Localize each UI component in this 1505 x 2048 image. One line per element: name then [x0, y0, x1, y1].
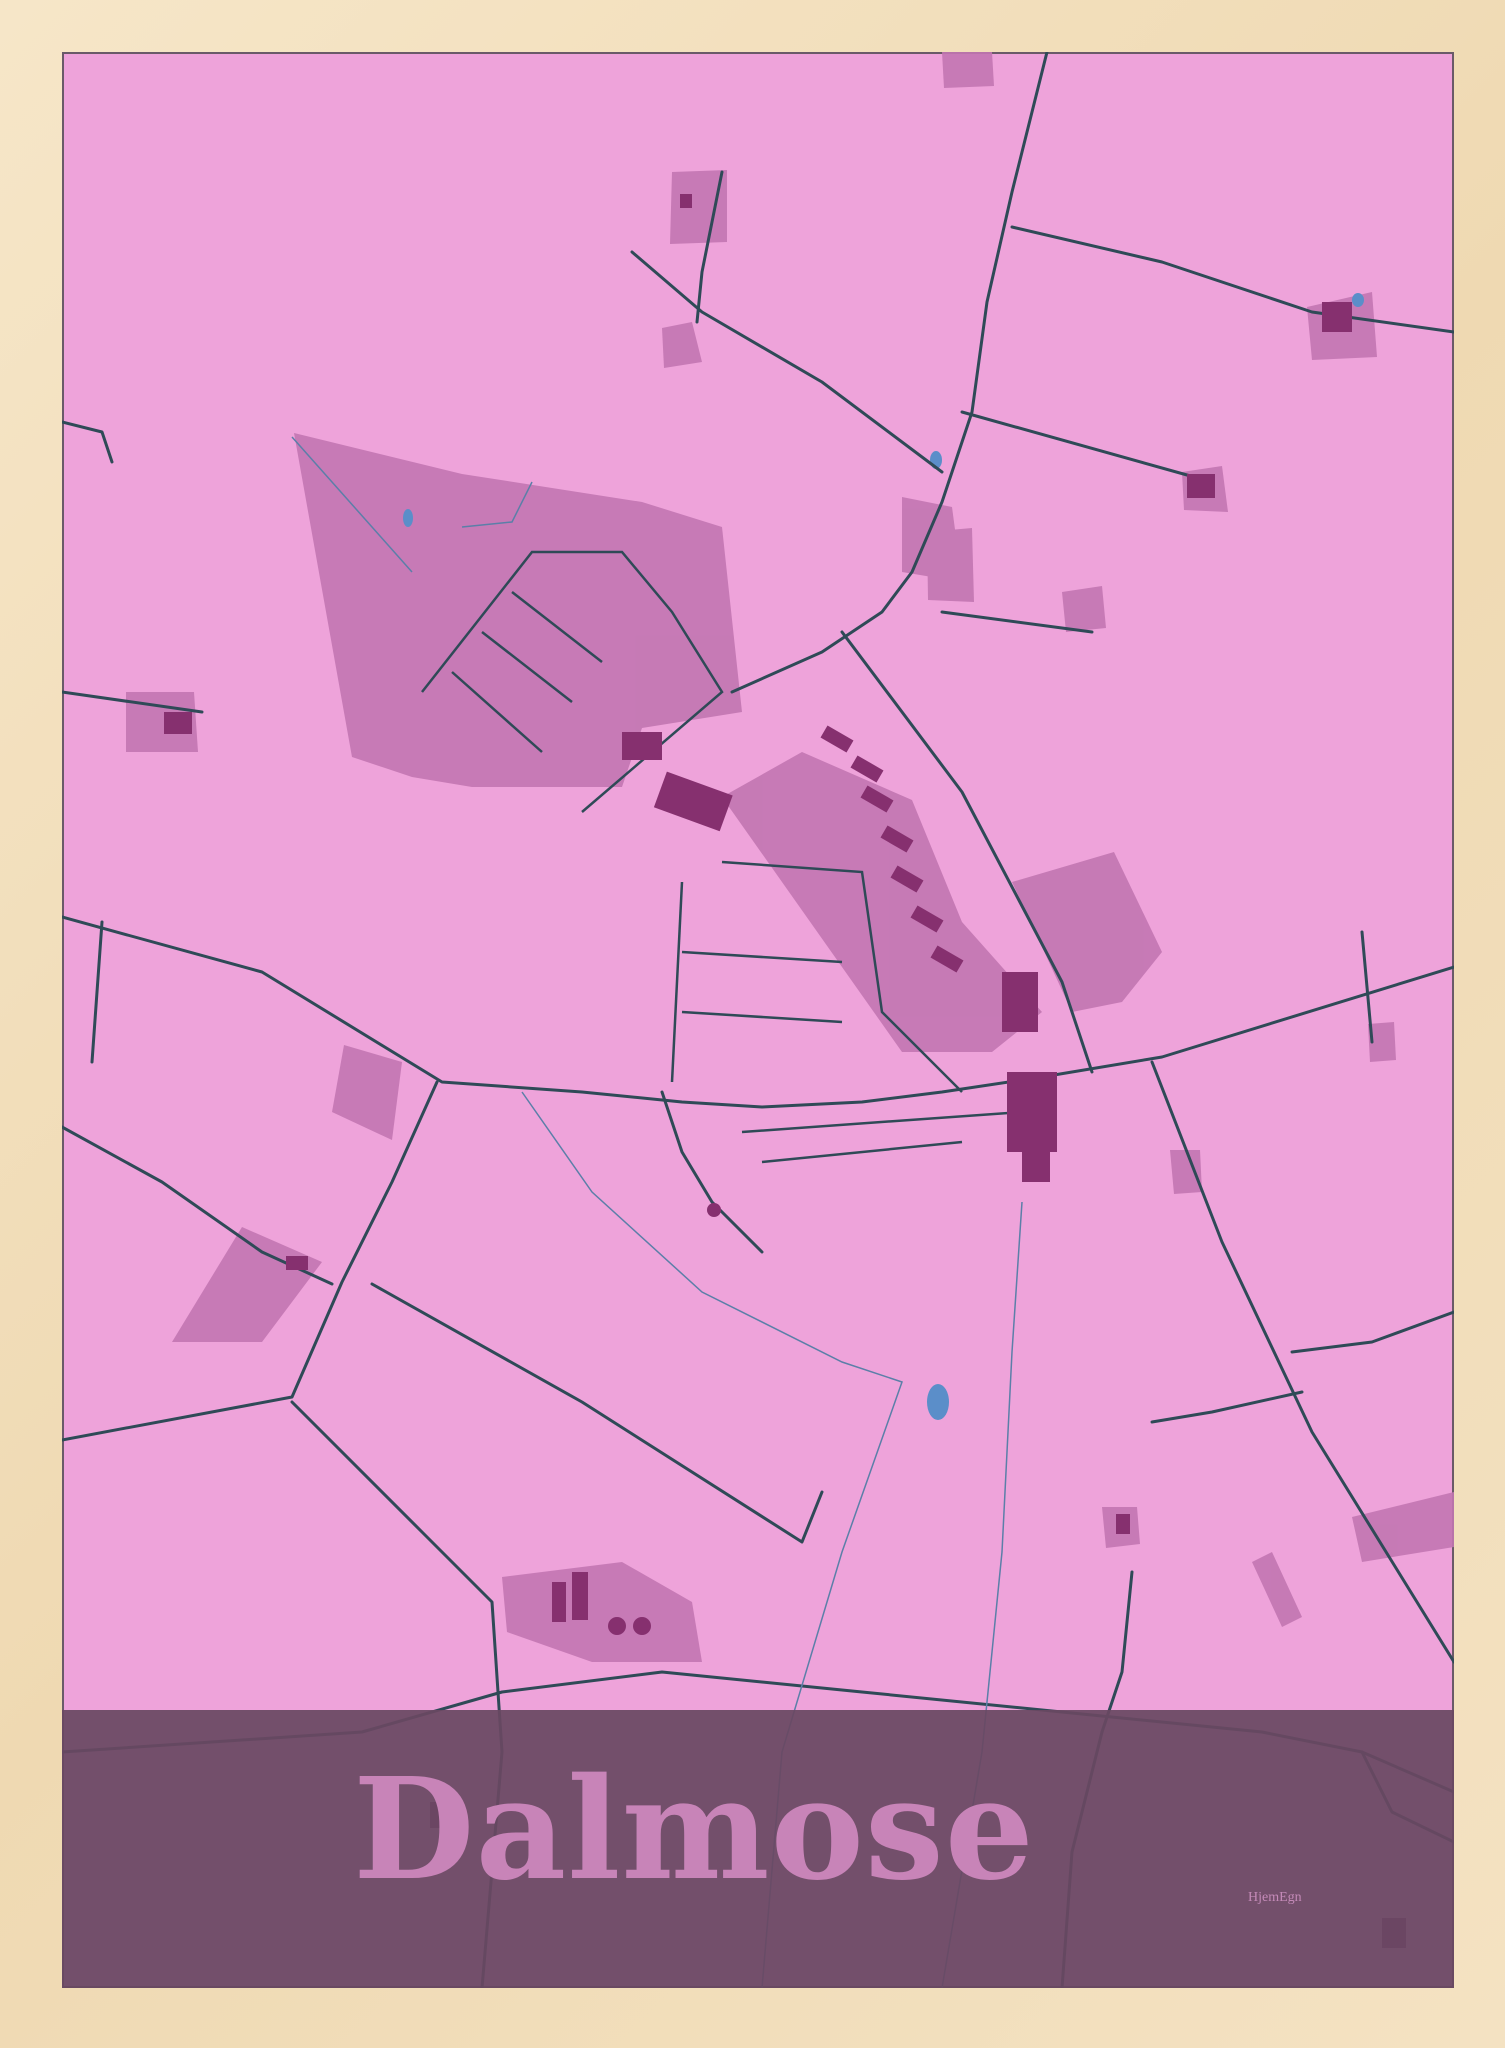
landuse-farm-10: [502, 1562, 702, 1662]
building-barn-2: [572, 1572, 588, 1620]
road-northeast: [1010, 225, 1454, 334]
city-name-title: Dalmose: [353, 1748, 1035, 1912]
street-g: [681, 1010, 843, 1024]
landuse-farm-11: [1352, 1492, 1454, 1562]
landuse-strip: [1252, 1552, 1302, 1627]
pond-south: [927, 1384, 949, 1420]
silo-3: [707, 1203, 721, 1217]
road-diagonal-field: [370, 1282, 824, 1544]
landuse-farm-6: [1062, 586, 1106, 632]
pond-farm: [1352, 293, 1364, 307]
building-farm-e: [286, 1256, 308, 1270]
street-i: [761, 1140, 963, 1164]
road-east-field-2: [1150, 1390, 1304, 1424]
building-farm-f: [1116, 1514, 1130, 1534]
road-north-main: [730, 52, 1049, 694]
landuse-farm-1: [670, 170, 727, 244]
building-farm-b: [1187, 474, 1215, 498]
street-d: [670, 881, 684, 1083]
road-west-lane: [90, 920, 104, 1064]
map-poster: Dalmose HjemEgn: [62, 52, 1454, 1988]
building-barn-1: [552, 1582, 566, 1622]
street-h: [741, 1110, 1023, 1134]
building-farm-a: [1322, 302, 1352, 332]
silo-1: [608, 1617, 626, 1635]
building-farm-c: [164, 712, 192, 734]
brand-logo: HjemEgn: [1248, 1890, 1302, 1905]
road-east-west: [62, 915, 1454, 1109]
building-large-2: [1002, 972, 1038, 1032]
landuse-farm-8: [332, 1045, 402, 1140]
landuse-farm-15: [942, 52, 994, 88]
pond-park: [403, 509, 413, 527]
silo-2: [633, 1617, 651, 1635]
building-row-1: [820, 725, 854, 753]
road-network: [62, 52, 1454, 1988]
street-map: [62, 52, 1454, 1988]
building-large-3: [1007, 1072, 1057, 1152]
landuse-farm-4: [927, 528, 974, 602]
road-west-stub: [62, 420, 114, 464]
road-farm-south: [1100, 1570, 1134, 1734]
landuse-field-9: [172, 1227, 322, 1342]
building-large-1: [622, 732, 662, 760]
road-farm-east: [960, 410, 1214, 484]
street-f: [681, 950, 843, 964]
building-factory: [653, 771, 733, 832]
road-village-south: [660, 1090, 764, 1254]
road-east-field: [1290, 1310, 1454, 1354]
landuse-farm-13: [1170, 1150, 1202, 1194]
building-large-4: [1022, 1152, 1050, 1182]
landuse-farm-16: [662, 322, 702, 368]
road-east-lane: [1360, 930, 1374, 1044]
building-farm-d: [680, 194, 692, 208]
